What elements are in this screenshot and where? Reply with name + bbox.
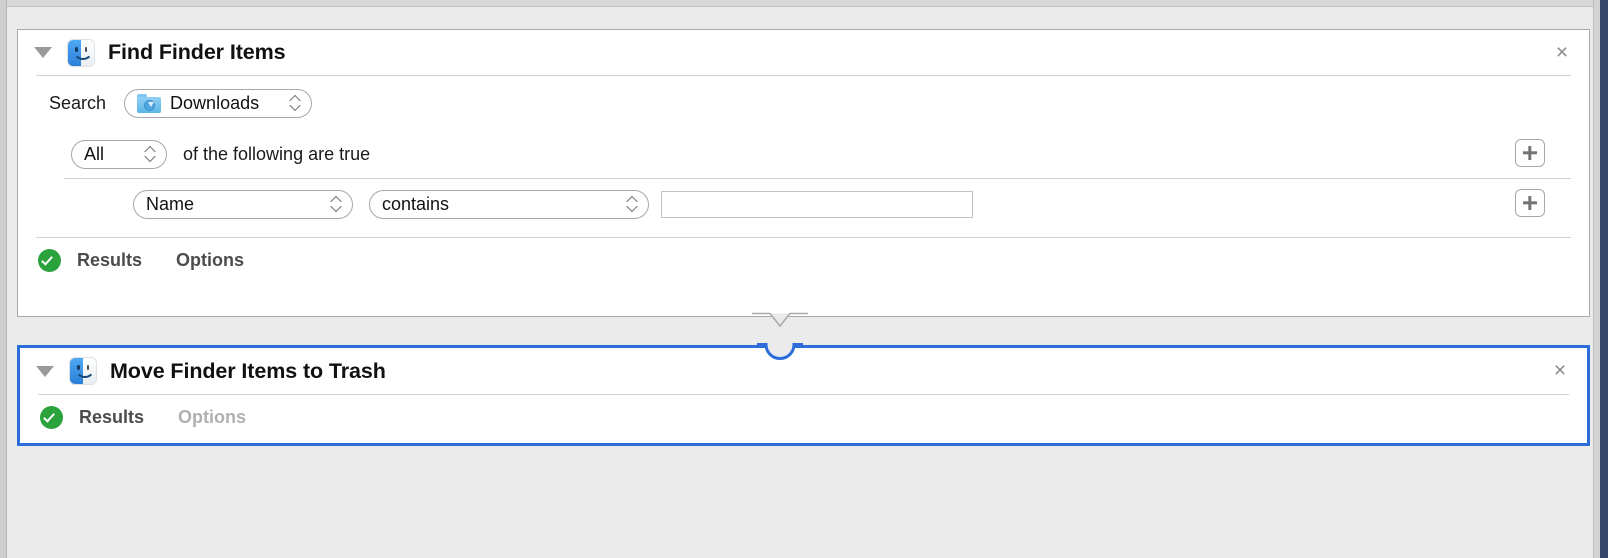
add-condition-group-button[interactable]	[1515, 139, 1545, 167]
condition-attribute-value: Name	[146, 193, 195, 214]
condition-attribute-popup[interactable]: Name	[133, 189, 353, 219]
chevron-updown-icon	[331, 196, 342, 213]
match-type-value: All	[84, 143, 105, 164]
search-location-popup[interactable]: Downloads	[124, 88, 313, 118]
match-rule-row: All of the following are true	[18, 130, 1589, 178]
options-button: Options	[178, 406, 247, 427]
condition-value-input[interactable]	[661, 190, 973, 218]
action-move-finder-items-to-trash[interactable]: Move Finder Items to Trash × Results Opt…	[17, 345, 1590, 446]
action-footer-move-finder-items-to-trash: Results Options	[20, 395, 1587, 439]
disclosure-triangle-icon[interactable]	[36, 365, 54, 377]
options-button[interactable]: Options	[176, 250, 244, 271]
condition-row: Name contains	[18, 179, 1589, 229]
match-rule-text: of the following are true	[183, 143, 371, 164]
action-header-move-finder-items-to-trash[interactable]: Move Finder Items to Trash ×	[20, 348, 1587, 394]
condition-operator-popup[interactable]: contains	[369, 189, 649, 219]
action-title: Find Finder Items	[108, 40, 286, 64]
disclosure-triangle-icon[interactable]	[34, 47, 52, 58]
automator-workflow-canvas: Find Finder Items × Search Downloads All…	[0, 0, 1608, 558]
window-frame-left	[0, 0, 7, 558]
action-header-find-finder-items[interactable]: Find Finder Items ×	[18, 30, 1589, 75]
match-type-popup[interactable]: All	[71, 139, 167, 169]
downloads-folder-icon	[137, 93, 162, 113]
chevron-updown-icon	[290, 95, 301, 112]
green-check-icon	[40, 405, 63, 429]
close-icon[interactable]: ×	[1553, 42, 1571, 63]
condition-operator-value: contains	[382, 193, 450, 214]
action-find-finder-items[interactable]: Find Finder Items × Search Downloads All…	[17, 29, 1590, 317]
window-frame-right	[1600, 0, 1608, 558]
action-title: Move Finder Items to Trash	[110, 358, 386, 383]
results-button[interactable]: Results	[79, 407, 144, 428]
search-location-value: Downloads	[170, 92, 260, 113]
finder-icon	[68, 39, 94, 66]
window-frame-right-inner	[1593, 0, 1600, 558]
search-row: Search Downloads	[18, 76, 1589, 130]
action-footer-find-finder-items: Results Options	[18, 238, 1589, 282]
add-condition-button[interactable]	[1515, 189, 1545, 217]
finder-icon	[70, 358, 96, 384]
chevron-updown-icon	[627, 196, 638, 213]
search-label: Search	[49, 92, 107, 113]
results-button[interactable]: Results	[77, 250, 142, 271]
chevron-updown-icon	[145, 146, 156, 163]
window-frame-top	[0, 0, 1608, 7]
green-check-icon	[38, 248, 61, 272]
close-icon[interactable]: ×	[1551, 360, 1569, 381]
